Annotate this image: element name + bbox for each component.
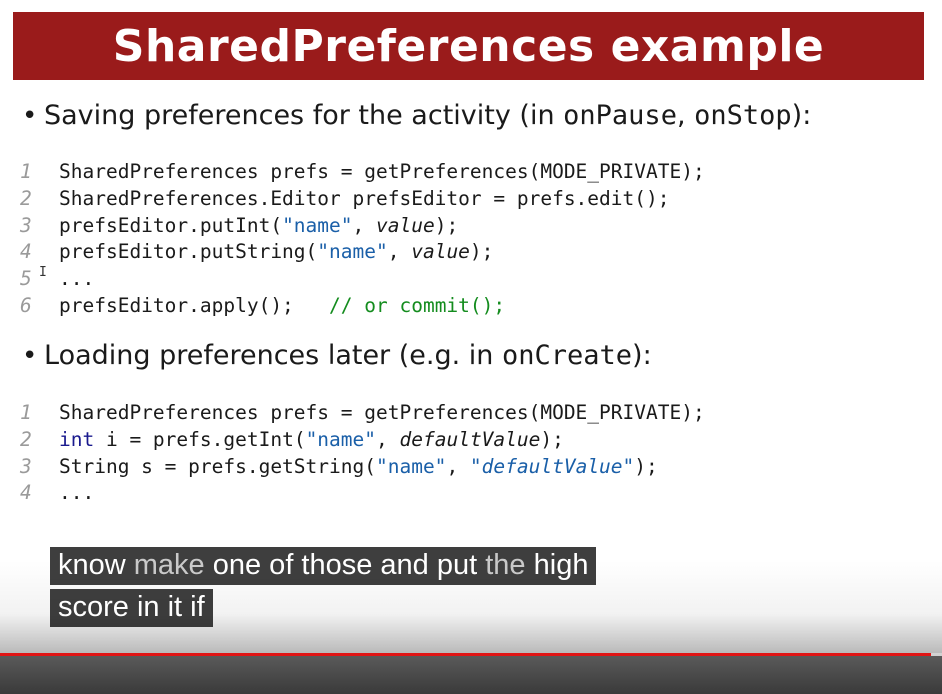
code-line: 4... [20, 480, 705, 507]
code-line: 1 SharedPreferences prefs = getPreference… [20, 400, 705, 427]
code-line: 3 String s = prefs.getString("name", "def… [20, 454, 705, 481]
code-line: 6 prefsEditor.apply(); // or commit(); [20, 293, 705, 320]
line-number: 3 [20, 454, 32, 478]
code-token: , [446, 454, 470, 478]
code-token: defaultValue [399, 427, 541, 451]
code-token: ); [434, 213, 459, 237]
caption-line-2: score in it if [50, 589, 213, 627]
code-token: SharedPreferences prefs = getPreferences… [59, 401, 705, 424]
method-onpause: onPause [563, 100, 677, 131]
code-token: , [387, 240, 412, 264]
code-token: // or commit(); [329, 293, 506, 317]
line-number: 2 [20, 427, 32, 451]
code-token: "name" [305, 427, 377, 451]
line-number: 1 [20, 401, 32, 424]
code-token: , [376, 427, 400, 451]
code-token: "name" [317, 240, 388, 264]
code-token: ); [469, 240, 494, 264]
bullet-suffix: ): [791, 100, 812, 131]
slide-title-bar: SharedPreferences example [13, 12, 924, 80]
bullet-separator: , [676, 100, 695, 131]
code-token: ); [634, 454, 658, 478]
code-line: 3 prefsEditor.putInt("name", value); [20, 213, 705, 240]
code-token: , [352, 213, 376, 237]
code-token: SharedPreferences.Editor prefsEditor = p… [59, 186, 670, 210]
code-token: "name" [375, 454, 447, 478]
line-number: 3 [20, 213, 32, 237]
code-token: prefsEditor.putInt( [59, 213, 283, 237]
line-number: 6 [20, 293, 32, 317]
code-token: ... [59, 267, 95, 291]
code-block-loading: 1 SharedPreferences prefs = getPreference… [20, 400, 705, 507]
line-number: 5I [20, 265, 59, 293]
code-line: 1 SharedPreferences prefs = getPreference… [20, 159, 705, 186]
code-token: i = prefs.getInt( [94, 427, 306, 451]
code-token: String s = prefs.getString( [59, 454, 376, 478]
code-token: ... [59, 481, 95, 505]
code-token: SharedPreferences prefs = getPreferences… [59, 160, 705, 183]
method-onstop: onStop [694, 100, 792, 131]
caption-line-1: know make one of those and put the high [50, 547, 597, 585]
code-token: "name" [282, 213, 353, 237]
line-number: 2 [20, 186, 32, 210]
code-token: prefsEditor.apply(); [59, 293, 330, 317]
bullet-saving-text: Saving preferences for the activity (in [44, 100, 564, 131]
bullet-dot: • [22, 101, 38, 131]
bullet-suffix: ): [632, 340, 652, 371]
bullet-loading-text: Loading preferences later (e.g. in [44, 340, 502, 371]
player-controls-bar[interactable] [0, 656, 942, 694]
code-line: 2 SharedPreferences.Editor prefsEditor = … [20, 186, 705, 213]
bullet-loading: • Loading preferences later (e.g. in onCr… [22, 340, 652, 371]
method-oncreate: onCreate [501, 340, 633, 371]
line-number: 1 [20, 160, 32, 183]
code-token: prefsEditor.putString( [59, 240, 318, 264]
code-token: ); [540, 427, 564, 451]
line-number: 4 [20, 481, 32, 505]
code-token: value [376, 213, 435, 237]
slide-title: SharedPreferences example [112, 20, 825, 72]
bullet-saving: • Saving preferences for the activity (in… [22, 100, 811, 131]
code-block-saving: 1 SharedPreferences prefs = getPreference… [20, 159, 705, 320]
code-line: 2 int i = prefs.getInt("name", defaultVal… [20, 427, 705, 454]
bullet-dot: • [22, 341, 38, 371]
code-token: "defaultValue" [469, 454, 635, 478]
code-token: int [59, 427, 95, 451]
code-line: 4 prefsEditor.putString("name", value); [20, 239, 705, 266]
code-line: 5 I... [20, 265, 705, 293]
text-cursor-icon: I [39, 265, 47, 281]
code-token: value [411, 240, 470, 264]
